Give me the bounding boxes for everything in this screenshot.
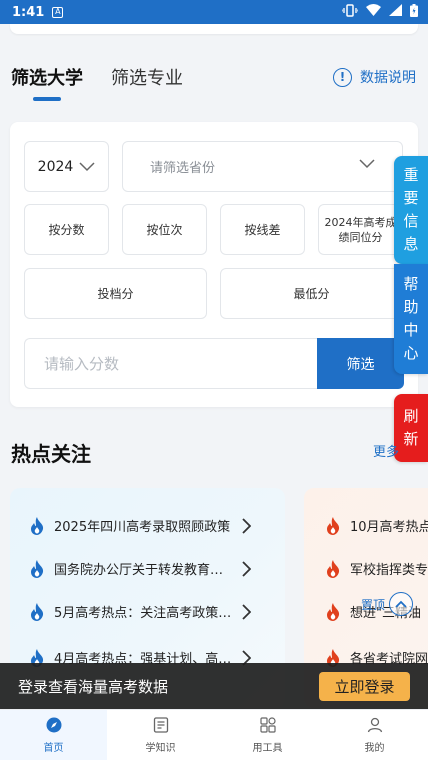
hot-item-text: 国务院办公厅关于转发教育部等部门 [54,563,235,578]
flame-icon [30,602,44,621]
nav-item-learn[interactable]: 学知识 [107,710,214,760]
nav-item-home[interactable]: 首页 [0,710,107,760]
vibrate-icon [341,3,359,21]
back-to-top-label: 置顶 [361,597,386,612]
login-button[interactable]: 立即登录 [319,671,410,701]
help-center-char: 助 [403,298,419,316]
flame-icon [30,516,44,535]
hot-more-link[interactable]: 更多 [373,441,399,460]
refresh-char: 新 [403,430,419,448]
nav-item-mine[interactable]: 我的 [321,710,428,760]
active-tab-indicator [33,97,61,101]
status-icons [341,3,418,21]
important-info-button[interactable]: 重 要 信 息 [394,156,428,264]
status-bar: 1:41 A [0,0,428,24]
province-placeholder: 请筛选省份 [150,161,216,176]
notification-a-icon: A [52,6,64,18]
list-item[interactable]: 国务院办公厅关于转发教育部等部门 [30,559,251,578]
nav-label: 用工具 [252,742,283,754]
important-info-char: 信 [403,212,419,230]
list-item[interactable]: 10月高考热点 [326,516,428,535]
flame-icon [30,559,44,578]
data-note-label: 数据说明 [360,70,416,86]
app-screen: 1:41 A 筛选大学 筛选专业 ! 数据说明 2024 请筛选省份 按分数 按… [0,0,428,760]
grid-icon [259,716,276,736]
nav-label: 学知识 [145,742,176,754]
score-input[interactable] [24,338,317,389]
filter-submit-button[interactable]: 筛选 [317,338,404,389]
flame-icon [326,516,340,535]
hot-item-text: 5月高考热点：关注高考政策变化 [54,606,235,621]
status-time: 1:41 [12,4,45,20]
hot-item-text: 军校指挥类专业 [350,563,428,578]
help-center-char: 心 [403,344,419,362]
refresh-button[interactable]: 刷 新 [394,394,428,462]
user-icon [367,717,383,736]
signal-icon [389,4,402,20]
list-item[interactable]: 军校指挥类专业 [326,559,428,578]
flame-icon [326,602,340,621]
back-to-top-button[interactable]: 置顶 [361,592,414,616]
list-item[interactable]: 5月高考热点：关注高考政策变化 [30,602,251,621]
nav-label: 首页 [43,742,64,754]
nav-item-tools[interactable]: 用工具 [214,710,321,760]
flame-icon [326,559,340,578]
important-info-char: 息 [403,235,419,253]
option-by-score[interactable]: 按分数 [24,204,109,255]
option-equivalent-score[interactable]: 2024年高考成绩同位分 [318,204,403,255]
important-info-char: 重 [403,166,419,184]
option-lowest-score[interactable]: 最低分 [220,268,403,319]
chevron-right-icon [241,517,251,534]
battery-icon [410,3,418,21]
tab-filter-major[interactable]: 筛选专业 [111,64,183,90]
nav-label: 我的 [364,742,385,754]
info-icon: ! [333,67,352,87]
help-center-button[interactable]: 帮 助 中 心 [394,264,428,374]
hot-item-text: 10月高考热点 [350,520,428,535]
help-center-char: 帮 [403,275,419,293]
chevron-right-icon [241,560,251,577]
data-note-link[interactable]: ! 数据说明 [333,67,416,87]
book-icon [153,716,169,736]
hot-section-title: 热点关注 [11,442,91,466]
wifi-icon [366,4,381,20]
filter-card: 2024 请筛选省份 按分数 按位次 按线差 2024年高考成绩同位分 投档分 … [10,122,418,407]
list-item[interactable]: 2025年四川高考录取照顾政策 [30,516,251,535]
province-select[interactable]: 请筛选省份 [122,141,403,192]
login-banner: 登录查看海量高考数据 立即登录 [0,663,428,709]
login-banner-message: 登录查看海量高考数据 [18,677,169,696]
year-value: 2024 [37,158,74,175]
option-admission-score[interactable]: 投档分 [24,268,207,319]
compass-icon [46,717,62,736]
option-by-line-diff[interactable]: 按线差 [220,204,305,255]
chevron-down-icon [79,161,95,172]
year-select[interactable]: 2024 [24,141,109,192]
help-center-char: 中 [403,321,419,339]
hot-item-text: 2025年四川高考录取照顾政策 [54,520,231,535]
important-info-char: 要 [403,189,419,207]
tab-filter-university[interactable]: 筛选大学 [11,64,83,90]
option-by-rank[interactable]: 按位次 [122,204,207,255]
refresh-char: 刷 [403,407,419,425]
previous-card-edge [10,24,418,34]
chevron-right-icon [241,603,251,620]
chevron-down-icon [359,159,375,169]
bottom-nav: 首页 学知识 用工具 我的 [0,709,428,760]
chevron-up-icon [389,592,414,616]
